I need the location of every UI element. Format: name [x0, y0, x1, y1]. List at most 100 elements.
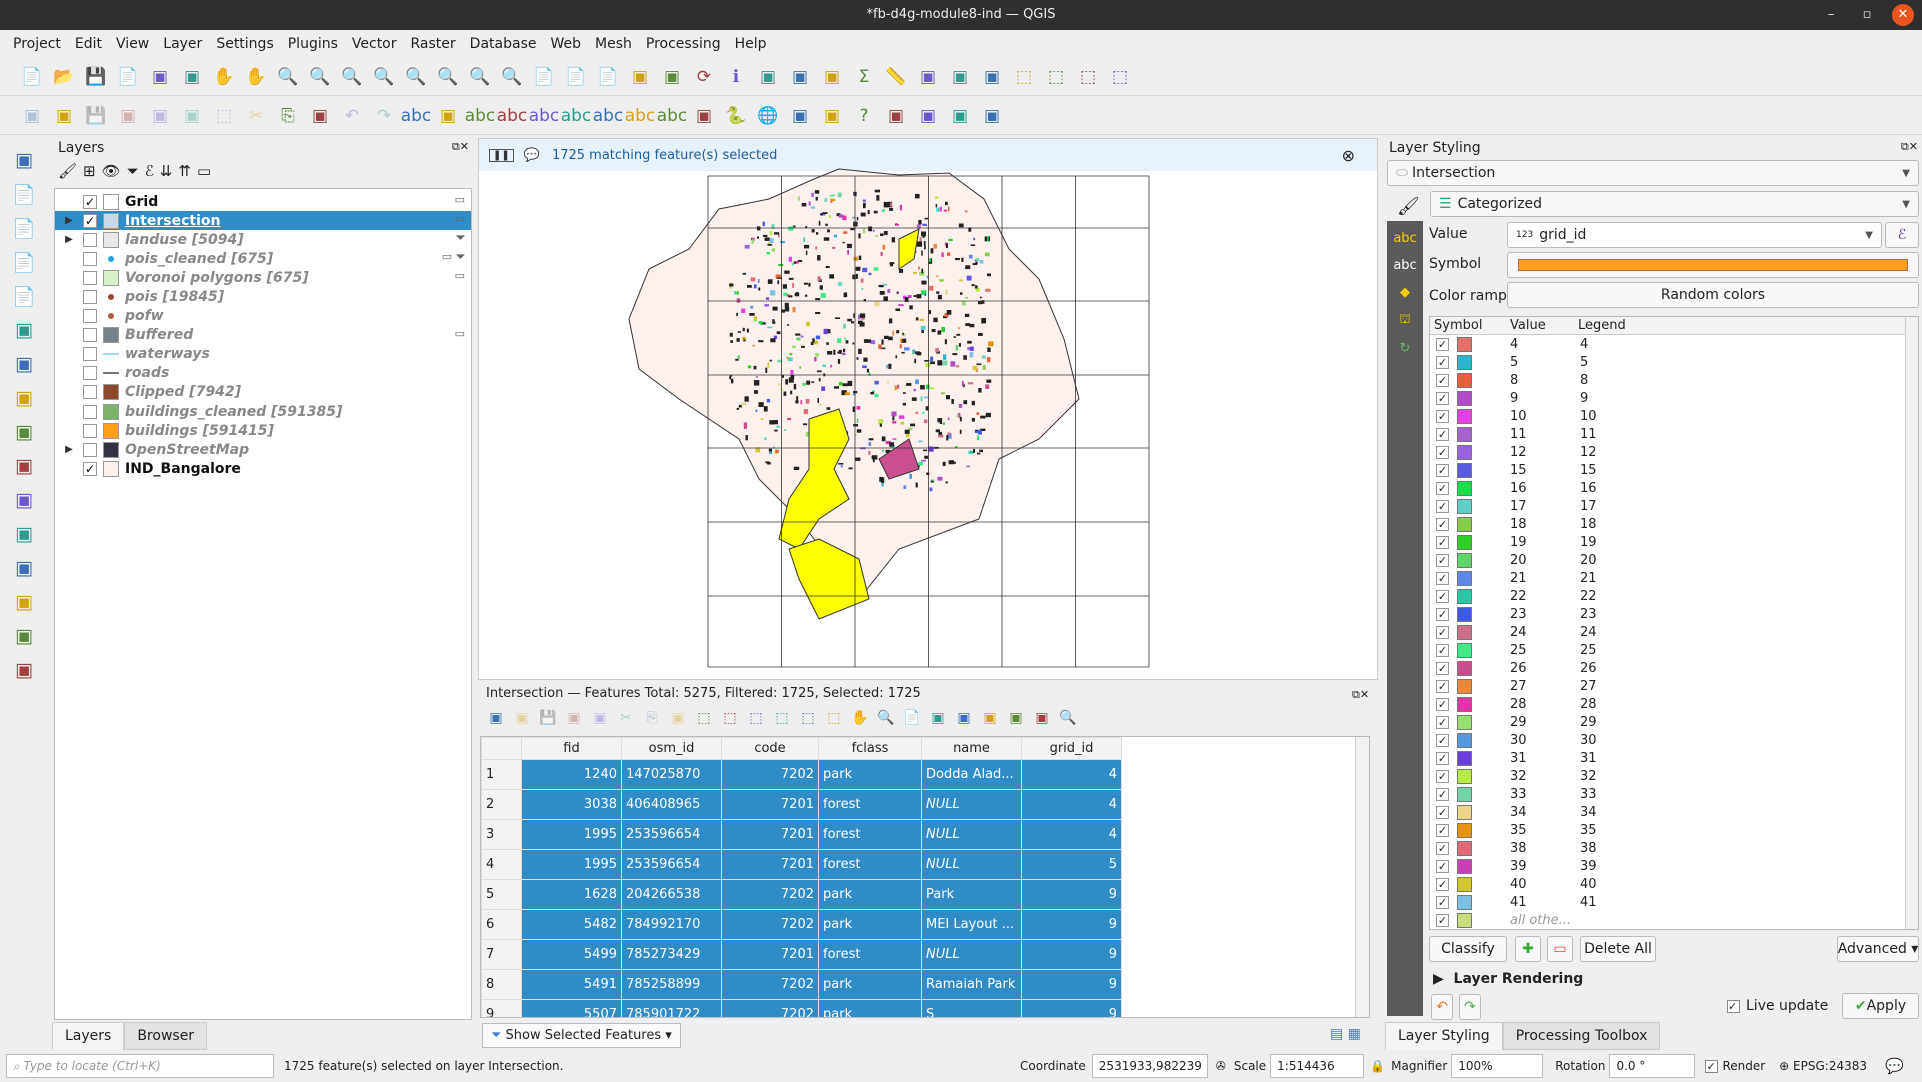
- cell-fclass[interactable]: forest: [818, 849, 922, 880]
- cell-grid_id[interactable]: 9: [1021, 939, 1122, 970]
- cell-fclass[interactable]: forest: [818, 819, 922, 850]
- layer-visibility-checkbox[interactable]: [83, 404, 97, 419]
- symbology-icon[interactable]: 🖌: [1397, 196, 1420, 217]
- cell-osm_id[interactable]: 406408965: [621, 789, 722, 820]
- add-delimited-text-icon[interactable]: ▣: [10, 418, 38, 446]
- toggle-editing-icon[interactable]: ▣: [484, 706, 508, 730]
- cell-code[interactable]: 7202: [721, 909, 819, 940]
- layer-item[interactable]: buildings_cleaned [591385]: [55, 402, 471, 421]
- cell-code[interactable]: 7202: [721, 879, 819, 910]
- masks-icon[interactable]: abc: [1393, 258, 1416, 273]
- multi-edit-icon[interactable]: ▣: [510, 706, 534, 730]
- category-checkbox[interactable]: ✓: [1436, 769, 1449, 783]
- column-header-name[interactable]: name: [921, 737, 1022, 760]
- attribute-dock-close-icon[interactable]: ⧉✕: [1352, 688, 1369, 702]
- legend-scrollbar[interactable]: [1905, 317, 1918, 929]
- category-checkbox[interactable]: ✓: [1436, 571, 1449, 585]
- menu-database[interactable]: Database: [463, 36, 544, 52]
- layer-item[interactable]: waterways: [55, 345, 471, 364]
- styling-close-icon[interactable]: ⧉✕: [1901, 140, 1918, 154]
- annotation-icon[interactable]: ▣: [946, 63, 974, 91]
- layer-visibility-checkbox[interactable]: [83, 309, 97, 324]
- category-symbol[interactable]: [1457, 606, 1472, 622]
- label-props-icon[interactable]: abc: [657, 102, 688, 130]
- category-checkbox[interactable]: ✓: [1436, 607, 1449, 621]
- category-checkbox[interactable]: ✓: [1436, 859, 1449, 873]
- category-row[interactable]: ✓ 40 40: [1430, 875, 1918, 893]
- python-console-icon[interactable]: 🐍: [722, 102, 750, 130]
- cell-grid_id[interactable]: 5: [1021, 849, 1122, 880]
- delete-selected-icon[interactable]: ⬚: [210, 102, 238, 130]
- category-symbol[interactable]: [1457, 498, 1472, 514]
- menu-view[interactable]: View: [109, 36, 156, 52]
- expand-arrow-icon[interactable]: ▶: [55, 215, 83, 226]
- layer-item[interactable]: ▶ OpenStreetMap: [55, 440, 471, 459]
- zoom-in-icon[interactable]: 🔍: [274, 63, 302, 91]
- renderer-select[interactable]: ☰ Categorized ▼: [1430, 191, 1919, 217]
- menu-settings[interactable]: Settings: [209, 36, 280, 52]
- category-row[interactable]: ✓ 22 22: [1430, 587, 1918, 605]
- collapse-all-icon[interactable]: ⇈: [178, 162, 191, 180]
- category-checkbox[interactable]: ✓: [1436, 463, 1449, 477]
- category-checkbox[interactable]: ✓: [1436, 589, 1449, 603]
- pan-to-selection-icon[interactable]: ✋: [848, 706, 872, 730]
- highlight-labels-icon[interactable]: abc: [497, 102, 528, 130]
- 3d-view-icon[interactable]: ◆: [1400, 285, 1410, 300]
- cell-fid[interactable]: 5507: [521, 999, 622, 1017]
- category-symbol[interactable]: [1457, 714, 1472, 730]
- cell-grid_id[interactable]: 4: [1021, 759, 1122, 790]
- column-header-fid[interactable]: fid: [521, 737, 622, 760]
- minimize-button[interactable]: –: [1820, 4, 1842, 26]
- cell-fid[interactable]: 1628: [521, 879, 622, 910]
- new-temp-layer-icon[interactable]: 📄: [10, 248, 38, 276]
- row-number[interactable]: 8: [481, 969, 522, 1000]
- category-symbol[interactable]: [1457, 408, 1472, 424]
- category-row[interactable]: ✓ 23 23: [1430, 605, 1918, 623]
- category-checkbox[interactable]: ✓: [1436, 445, 1449, 459]
- category-symbol[interactable]: [1457, 696, 1472, 712]
- cell-osm_id[interactable]: 253596654: [621, 849, 722, 880]
- category-symbol[interactable]: [1457, 588, 1472, 604]
- cut-icon[interactable]: ✂: [242, 102, 270, 130]
- zoom-to-layer-icon[interactable]: 🔍: [402, 63, 430, 91]
- layer-visibility-checkbox[interactable]: [83, 270, 97, 285]
- category-checkbox[interactable]: ✓: [1436, 733, 1449, 747]
- redo-style-button[interactable]: ↷: [1459, 994, 1481, 1020]
- zoom-out-icon[interactable]: 🔍: [306, 63, 334, 91]
- tab-layers[interactable]: Layers: [52, 1022, 125, 1050]
- diagram-icon[interactable]: ▣: [434, 102, 462, 130]
- category-symbol[interactable]: [1457, 570, 1472, 586]
- memory-icon[interactable]: ▭: [455, 193, 465, 206]
- category-checkbox[interactable]: ✓: [1436, 535, 1449, 549]
- dock-icon[interactable]: ▣: [1030, 706, 1054, 730]
- add-group-icon[interactable]: ⊞: [83, 162, 96, 180]
- category-row[interactable]: ✓ 5 5: [1430, 353, 1918, 371]
- category-symbol[interactable]: [1457, 462, 1472, 478]
- category-symbol[interactable]: [1457, 660, 1472, 676]
- refresh-icon[interactable]: ⟳: [690, 63, 718, 91]
- add-wms-icon[interactable]: ▣: [10, 554, 38, 582]
- identify-icon[interactable]: ℹ: [722, 63, 750, 91]
- cell-osm_id[interactable]: 204266538: [621, 879, 722, 910]
- menu-mesh[interactable]: Mesh: [588, 36, 639, 52]
- column-header-grid_id[interactable]: grid_id: [1021, 737, 1122, 760]
- tab-browser[interactable]: Browser: [124, 1022, 208, 1050]
- category-row[interactable]: ✓ 9 9: [1430, 389, 1918, 407]
- copy-icon[interactable]: ⎘: [274, 102, 302, 130]
- magnifier-field[interactable]: 100%: [1451, 1054, 1544, 1078]
- category-checkbox[interactable]: ✓: [1436, 877, 1449, 891]
- category-symbol[interactable]: [1457, 750, 1472, 766]
- category-symbol[interactable]: [1457, 876, 1472, 892]
- cell-name[interactable]: MEI Layout ...: [921, 909, 1022, 940]
- color-ramp-button[interactable]: Random colors: [1507, 282, 1919, 308]
- show-bookmarks-icon[interactable]: ▣: [626, 63, 654, 91]
- cell-fclass[interactable]: park: [818, 969, 922, 1000]
- select-expression-icon[interactable]: ⬚: [692, 706, 716, 730]
- row-number[interactable]: 4: [481, 849, 522, 880]
- cell-fclass[interactable]: forest: [818, 789, 922, 820]
- new-3d-view-icon[interactable]: 📄: [562, 63, 590, 91]
- category-row[interactable]: ✓ 31 31: [1430, 749, 1918, 767]
- layer-visibility-checkbox[interactable]: [83, 290, 97, 305]
- category-symbol[interactable]: [1457, 732, 1472, 748]
- expression-button[interactable]: ℰ: [1885, 222, 1919, 248]
